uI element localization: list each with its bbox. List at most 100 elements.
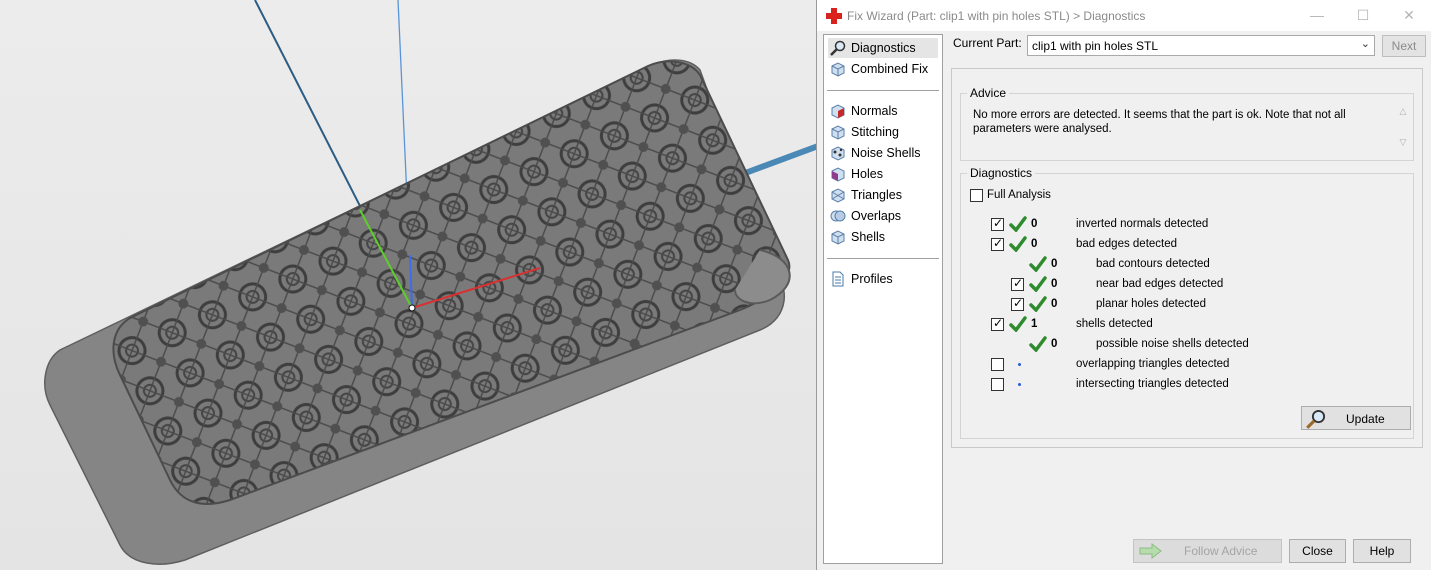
next-button[interactable]: Next bbox=[1382, 35, 1426, 57]
nav-divider bbox=[827, 90, 939, 91]
row-label: shells detected bbox=[1076, 318, 1153, 330]
advice-scrollbar[interactable]: △ ▽ bbox=[1397, 106, 1409, 154]
row-label: planar holes detected bbox=[1096, 298, 1206, 310]
nav-item-stitching[interactable]: Stitching bbox=[828, 122, 938, 142]
current-part-label: Current Part: bbox=[953, 36, 1022, 50]
row-checkbox[interactable]: ✓ bbox=[1011, 276, 1024, 291]
update-button[interactable]: Update bbox=[1301, 406, 1411, 430]
row-label: near bad edges detected bbox=[1096, 278, 1224, 290]
maximize-button[interactable]: ☐ bbox=[1340, 0, 1386, 31]
row-count: 0 bbox=[1051, 338, 1058, 350]
nav-item-overlaps[interactable]: Overlaps bbox=[828, 206, 938, 226]
wizard-nav: Diagnostics Combined Fix Normals Stitchi… bbox=[823, 34, 943, 564]
magnifier-icon bbox=[830, 40, 846, 56]
document-icon bbox=[832, 271, 844, 287]
close-button[interactable]: Close bbox=[1289, 539, 1346, 563]
fix-wizard-dialog: Fix Wizard (Part: clip1 with pin holes S… bbox=[816, 0, 1431, 570]
nav-label: Shells bbox=[851, 230, 886, 244]
row-checkbox[interactable]: ✓ bbox=[991, 216, 1004, 231]
row-label: inverted normals detected bbox=[1076, 218, 1209, 230]
row-checkbox[interactable]: ✓ bbox=[991, 316, 1004, 331]
row-checkbox[interactable] bbox=[991, 378, 1004, 391]
ok-check-icon bbox=[1009, 316, 1027, 332]
row-checkbox[interactable] bbox=[991, 358, 1004, 371]
nav-item-shells[interactable]: Shells bbox=[828, 227, 938, 247]
nav-label: Normals bbox=[851, 104, 898, 118]
chevron-down-icon: ⌄ bbox=[1360, 38, 1370, 50]
row-count: 0 bbox=[1031, 218, 1038, 230]
nav-item-triangles[interactable]: Triangles bbox=[828, 185, 938, 205]
row-label: possible noise shells detected bbox=[1096, 338, 1249, 350]
help-button[interactable]: Help bbox=[1353, 539, 1411, 563]
nav-item-holes[interactable]: Holes bbox=[828, 164, 938, 184]
magnifier-icon bbox=[1306, 409, 1326, 429]
row-count: 0 bbox=[1051, 298, 1058, 310]
noise-shells-icon bbox=[831, 146, 845, 161]
nav-item-normals[interactable]: Normals bbox=[828, 101, 938, 121]
nav-label: Combined Fix bbox=[851, 62, 929, 76]
advice-text: No more errors are detected. It seems th… bbox=[973, 109, 1346, 135]
nav-label: Triangles bbox=[851, 188, 902, 202]
overlaps-icon bbox=[830, 210, 846, 222]
combined-fix-icon bbox=[831, 62, 845, 77]
row-label: overlapping triangles detected bbox=[1076, 358, 1230, 370]
row-count: 0 bbox=[1031, 238, 1038, 250]
stitching-cube-icon bbox=[831, 125, 845, 140]
dialog-title: Fix Wizard (Part: clip1 with pin holes S… bbox=[847, 9, 1146, 23]
app-cross-icon bbox=[826, 8, 842, 24]
gizmo-origin bbox=[408, 304, 416, 312]
row-label: bad contours detected bbox=[1096, 258, 1210, 270]
ok-check-icon bbox=[1029, 296, 1047, 312]
row-label: intersecting triangles detected bbox=[1076, 378, 1229, 390]
dialog-titlebar[interactable]: Fix Wizard (Part: clip1 with pin holes S… bbox=[817, 0, 1431, 31]
ok-check-icon bbox=[1029, 336, 1047, 352]
pending-dot-icon bbox=[1018, 383, 1021, 386]
ok-check-icon bbox=[1029, 256, 1047, 272]
close-window-button[interactable]: ✕ bbox=[1386, 0, 1431, 31]
nav-label: Stitching bbox=[851, 125, 899, 139]
3d-viewport[interactable] bbox=[0, 0, 818, 570]
arrow-right-icon bbox=[1139, 543, 1162, 559]
diagnostics-panel: Advice No more errors are detected. It s… bbox=[951, 68, 1423, 448]
ok-check-icon bbox=[1009, 236, 1027, 252]
diagnostics-title: Diagnostics bbox=[967, 166, 1036, 180]
advice-title: Advice bbox=[967, 86, 1010, 100]
follow-advice-button[interactable]: Follow Advice bbox=[1133, 539, 1282, 563]
current-part-select[interactable]: clip1 with pin holes STL ⌄ bbox=[1027, 35, 1375, 56]
current-part-value: clip1 with pin holes STL bbox=[1032, 39, 1159, 53]
part-model-render bbox=[44, 0, 818, 565]
nav-item-diagnostics[interactable]: Diagnostics bbox=[828, 38, 938, 58]
ok-check-icon bbox=[1009, 216, 1027, 232]
row-count: 0 bbox=[1051, 278, 1058, 290]
scroll-up-icon[interactable]: △ bbox=[1397, 106, 1409, 117]
nav-divider bbox=[827, 258, 939, 259]
pending-dot-icon bbox=[1018, 363, 1021, 366]
nav-item-noise-shells[interactable]: Noise Shells bbox=[828, 143, 938, 163]
diagnostics-group: Diagnostics Full Analysis ✓ 0 inverted n… bbox=[960, 166, 1414, 439]
row-checkbox[interactable]: ✓ bbox=[991, 236, 1004, 251]
nav-item-combined-fix[interactable]: Combined Fix bbox=[828, 59, 938, 79]
nav-label: Diagnostics bbox=[851, 41, 916, 55]
full-analysis-label: Full Analysis bbox=[987, 189, 1051, 201]
row-label: bad edges detected bbox=[1076, 238, 1178, 250]
normals-cube-icon bbox=[831, 104, 845, 119]
nav-label: Profiles bbox=[851, 272, 893, 286]
nav-label: Holes bbox=[851, 167, 883, 181]
triangles-cube-icon bbox=[831, 188, 845, 203]
scroll-down-icon[interactable]: ▽ bbox=[1397, 137, 1409, 148]
nav-label: Overlaps bbox=[851, 209, 902, 223]
holes-cube-icon bbox=[831, 167, 845, 182]
update-label: Update bbox=[1346, 412, 1385, 426]
shells-cube-icon bbox=[831, 230, 845, 245]
row-count: 0 bbox=[1051, 258, 1058, 270]
follow-advice-label: Follow Advice bbox=[1184, 544, 1258, 558]
advice-group: Advice No more errors are detected. It s… bbox=[960, 86, 1414, 161]
row-checkbox[interactable]: ✓ bbox=[1011, 296, 1024, 311]
full-analysis-checkbox[interactable] bbox=[970, 189, 983, 202]
row-count: 1 bbox=[1031, 318, 1038, 330]
nav-item-profiles[interactable]: Profiles bbox=[828, 269, 938, 289]
minimize-button[interactable]: — bbox=[1294, 0, 1340, 31]
nav-label: Noise Shells bbox=[851, 146, 921, 160]
view-axis-line bbox=[738, 143, 818, 178]
ok-check-icon bbox=[1029, 276, 1047, 292]
